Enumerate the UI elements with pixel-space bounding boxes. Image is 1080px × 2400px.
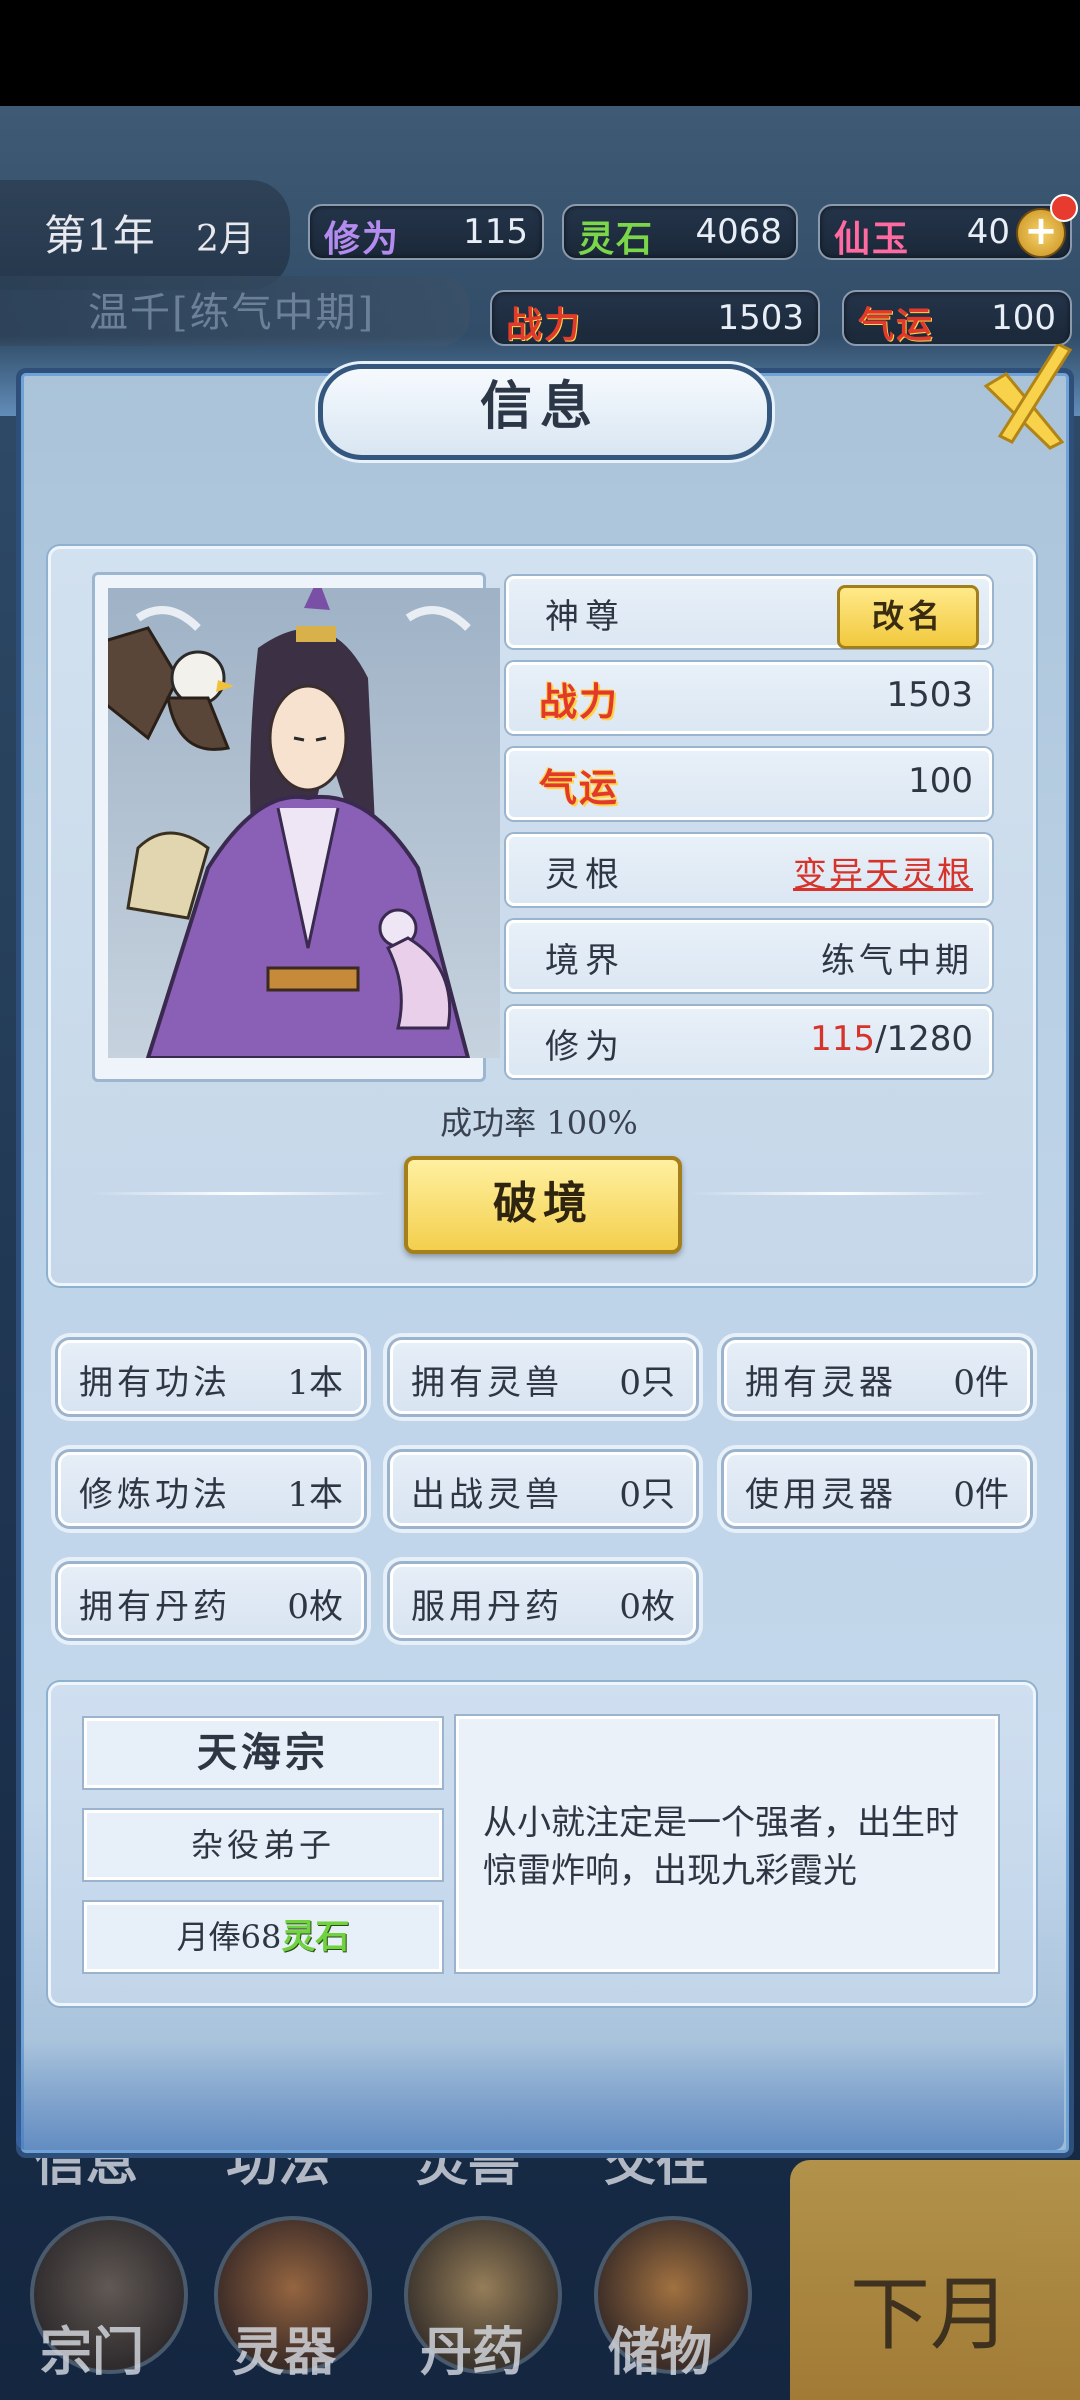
count-label: 修炼功法: [79, 1475, 231, 1515]
nav-danyao[interactable]: 丹药: [420, 2310, 524, 2385]
hud-top: 第1年 2月 温千[练气中期] 修为 115 灵石 4068 仙玉 40 + 战…: [0, 106, 1080, 346]
panel-title: 信息: [479, 376, 600, 437]
zhanli-row: 战力 1503: [506, 662, 992, 734]
xianyu-label: 仙玉: [834, 218, 911, 260]
count-value: 0枚: [287, 1587, 343, 1627]
count-label: 服用丹药: [411, 1587, 563, 1627]
month-text: 2月: [196, 219, 255, 260]
next-month-label: 下月: [850, 2268, 1010, 2361]
divider-left: [90, 1192, 390, 1195]
name-row: 神尊 改名: [506, 576, 992, 649]
count-value: 0只: [619, 1475, 675, 1515]
linggen-value[interactable]: 变异天灵根: [793, 847, 973, 896]
nav-zongmen[interactable]: 宗门: [40, 2310, 144, 2385]
sect-rank: 杂役弟子: [190, 1826, 335, 1864]
xiuwei-max: /1280: [875, 1019, 973, 1059]
linggen-label: 灵根: [545, 855, 625, 895]
xianyu-value: 40: [966, 212, 1010, 252]
close-button[interactable]: [966, 342, 1076, 454]
qiyun-value: 100: [991, 298, 1056, 338]
divider-right: [690, 1192, 990, 1195]
sect-salary-unit: 灵石: [281, 1917, 350, 1957]
jingjie-label: 境界: [545, 941, 625, 981]
count-practice-gongfa[interactable]: 修炼功法 1本: [58, 1452, 364, 1526]
panel-bottom-wave: [16, 2040, 1064, 2150]
zhanli-row-label: 战力: [539, 679, 620, 724]
count-label: 拥有功法: [79, 1363, 231, 1403]
jingjie-value: 练气中期: [821, 941, 973, 981]
count-owned-danyao[interactable]: 拥有丹药 0枚: [58, 1564, 364, 1638]
count-label: 出战灵兽: [411, 1475, 563, 1515]
nav-chuwu[interactable]: 储物: [608, 2310, 712, 2385]
sect-name: 天海宗: [197, 1729, 329, 1776]
count-label: 使用灵器: [745, 1475, 897, 1515]
count-value: 1本: [287, 1363, 343, 1403]
qiyun-row-label: 气运: [539, 765, 620, 810]
xiuwei-value: 115: [463, 212, 528, 252]
count-value: 0件: [953, 1475, 1009, 1515]
linggen-row: 灵根 变异天灵根: [506, 834, 992, 906]
success-rate: 成功率 100%: [440, 1104, 638, 1142]
rename-button[interactable]: 改名: [837, 585, 979, 649]
character-description: 从小就注定是一个强者，出生时惊雷炸响，出现九彩霞光: [483, 1803, 959, 1891]
qiyun-row: 气运 100: [506, 748, 992, 820]
count-owned-lingshou[interactable]: 拥有灵兽 0只: [390, 1340, 696, 1414]
xiuwei-row: 修为 115/1280: [506, 1006, 992, 1078]
lingshi-value: 4068: [695, 212, 782, 252]
qiyun-row-value: 100: [908, 761, 973, 801]
count-value: 0件: [953, 1363, 1009, 1403]
notification-dot-icon: [1050, 194, 1078, 222]
breakthrough-button[interactable]: 破境: [404, 1156, 682, 1254]
nav-lingqi[interactable]: 灵器: [232, 2310, 336, 2385]
status-bar: [0, 0, 1080, 106]
sect-salary-row: 月俸68灵石: [84, 1902, 442, 1972]
sect-salary-prefix: 月俸68: [176, 1918, 282, 1956]
lingshi-stat: 灵石 4068: [562, 204, 798, 260]
name-realm-text: 温千[练气中期]: [88, 290, 376, 336]
zhanli-value: 1503: [717, 298, 804, 338]
count-label: 拥有灵兽: [411, 1363, 563, 1403]
year-text: 第1年: [44, 211, 155, 260]
count-owned-gongfa[interactable]: 拥有功法 1本: [58, 1340, 364, 1414]
count-value: 1本: [287, 1475, 343, 1515]
sect-rank-row: 杂役弟子: [84, 1810, 442, 1880]
sect-name-row: 天海宗: [84, 1718, 442, 1788]
xiuwei-row-label: 修为: [545, 1027, 625, 1067]
next-month-button[interactable]: 下月: [790, 2160, 1080, 2400]
count-label: 拥有灵器: [745, 1363, 897, 1403]
count-battle-lingshou[interactable]: 出战灵兽 0只: [390, 1452, 696, 1526]
count-value: 0枚: [619, 1587, 675, 1627]
count-value: 0只: [619, 1363, 675, 1403]
jingjie-row: 境界 练气中期: [506, 920, 992, 992]
count-owned-lingqi[interactable]: 拥有灵器 0件: [724, 1340, 1030, 1414]
count-label: 拥有丹药: [79, 1587, 231, 1627]
portrait-art: [108, 588, 471, 1058]
close-icon: [983, 342, 1073, 450]
xiuwei-current: 115: [810, 1019, 876, 1059]
xiuwei-progress: 115/1280: [810, 1019, 973, 1059]
count-taken-danyao[interactable]: 服用丹药 0枚: [390, 1564, 696, 1638]
character-title: 神尊: [545, 597, 625, 637]
xiuwei-label: 修为: [324, 218, 401, 260]
xiuwei-stat: 修为 115: [308, 204, 544, 260]
character-description-box: 从小就注定是一个强者，出生时惊雷炸响，出现九彩霞光: [456, 1716, 998, 1972]
count-used-lingqi[interactable]: 使用灵器 0件: [724, 1452, 1030, 1526]
lingshi-label: 灵石: [578, 218, 655, 260]
zhanli-row-value: 1503: [886, 675, 973, 715]
character-portrait: [108, 588, 500, 1058]
